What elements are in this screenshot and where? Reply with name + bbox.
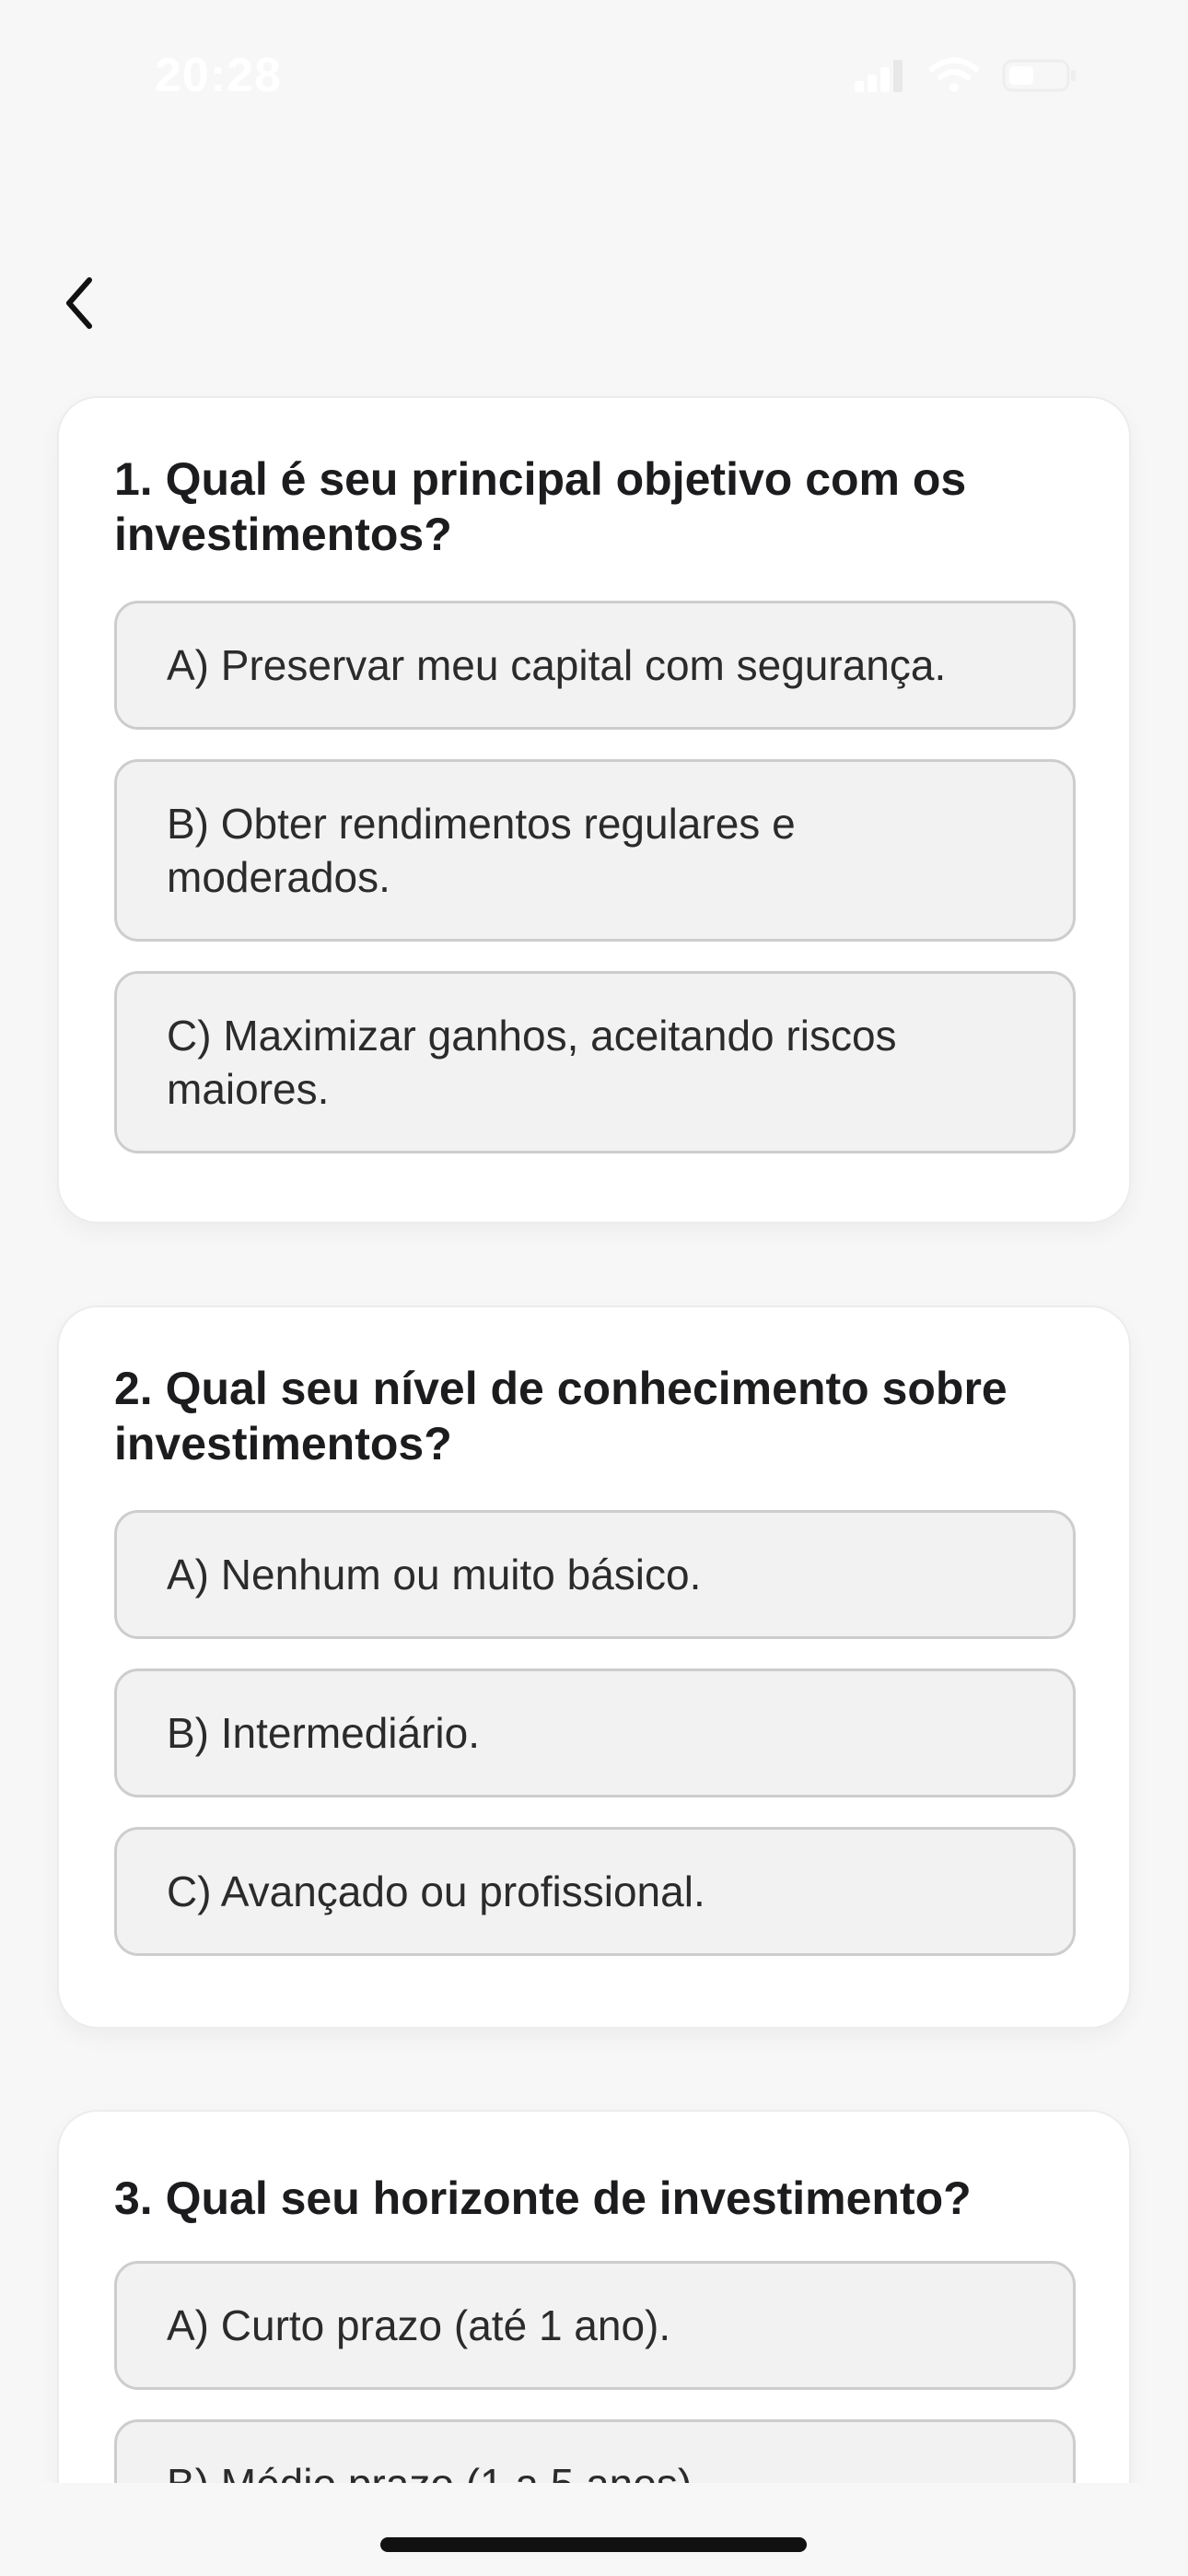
answer-option-c[interactable]: C) Avançado ou profissional. bbox=[114, 1827, 1076, 1956]
questionnaire-scroll-area[interactable]: 1. Qual é seu principal objetivo com os … bbox=[0, 369, 1188, 2483]
answer-option-a[interactable]: A) Preservar meu capital com segurança. bbox=[114, 601, 1076, 730]
chevron-left-icon[interactable] bbox=[62, 276, 99, 334]
answer-option-b[interactable]: B) Médio prazo (1 a 5 anos). bbox=[114, 2419, 1076, 2483]
answer-option-a[interactable]: A) Curto prazo (até 1 ano). bbox=[114, 2261, 1076, 2390]
answer-option-a[interactable]: A) Nenhum ou muito básico. bbox=[114, 1510, 1076, 1639]
home-indicator bbox=[380, 2537, 807, 2552]
status-time: 20:28 bbox=[155, 49, 282, 102]
answer-option-b[interactable]: B) Obter rendimentos regulares e moderad… bbox=[114, 759, 1076, 942]
question-title: 2. Qual seu nível de conhecimento sobre … bbox=[114, 1363, 1007, 1469]
cellular-signal-icon bbox=[853, 59, 906, 97]
question-card-3: 3. Qual seu horizonte de investimento? A… bbox=[57, 2110, 1131, 2483]
question-title: 3. Qual seu horizonte de investimento? bbox=[114, 2172, 972, 2224]
battery-icon bbox=[1002, 58, 1077, 98]
question-card-1: 1. Qual é seu principal objetivo com os … bbox=[57, 396, 1131, 1224]
wifi-icon bbox=[928, 57, 980, 99]
question-card-2: 2. Qual seu nível de conhecimento sobre … bbox=[57, 1306, 1131, 2029]
answer-option-b[interactable]: B) Intermediário. bbox=[114, 1669, 1076, 1797]
status-icons bbox=[853, 57, 1077, 99]
answer-option-c[interactable]: C) Maximizar ganhos, aceitando riscos ma… bbox=[114, 971, 1076, 1153]
question-title: 1. Qual é seu principal objetivo com os … bbox=[114, 453, 967, 560]
back-button[interactable] bbox=[48, 273, 112, 337]
status-bar: 20:28 bbox=[0, 0, 1188, 157]
